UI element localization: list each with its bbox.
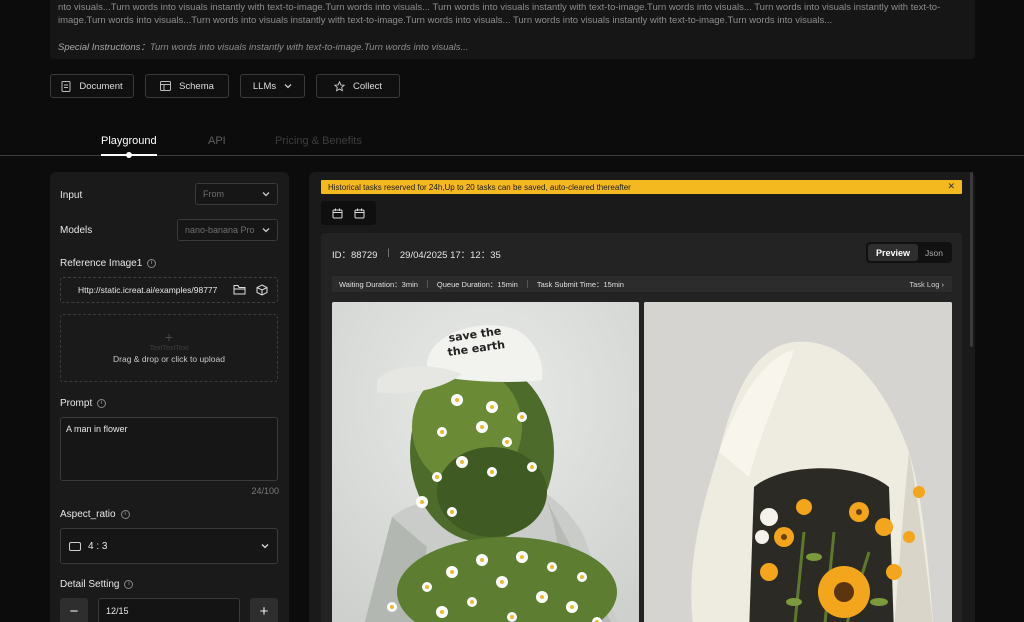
document-button[interactable]: Document: [50, 74, 134, 98]
date-filter: [321, 201, 376, 225]
scrollbar[interactable]: [970, 172, 973, 347]
task-id-line: ID：88729 | 29/04/2025 17：12：35: [332, 247, 501, 261]
task-meta-bar: Waiting Duration：3min Queue Duration：15m…: [332, 276, 952, 292]
llms-label: LLMs: [252, 80, 277, 92]
detail-stepper: − 12/15 +: [60, 598, 278, 622]
calendar-icon[interactable]: [332, 208, 343, 219]
detail-setting-label-text: Detail Setting: [60, 579, 120, 590]
settings-panel: Input From Models nano-banana Pro Refere…: [50, 172, 289, 622]
models-label: Models: [60, 225, 93, 236]
models-select-value: nano-banana Pro: [185, 225, 255, 235]
detail-value-input[interactable]: 12/15: [98, 598, 240, 622]
tab-pricing[interactable]: Pricing & Benefits: [275, 135, 362, 147]
active-tab-dot: [126, 152, 132, 158]
aspect-ratio-label-text: Aspect_ratio: [60, 509, 116, 520]
detail-setting-label: Detail Setting i: [60, 579, 134, 590]
decrement-button[interactable]: −: [60, 598, 88, 622]
reference-image-label-text: Reference Image1: [60, 258, 143, 269]
prompt-input[interactable]: A man in flower: [60, 417, 278, 481]
plus-icon: +: [164, 329, 174, 345]
prompt-label-text: Prompt: [60, 398, 93, 409]
task-id: ID：88729: [332, 250, 378, 261]
task-description: nto visuals...Turn words into visuals in…: [50, 0, 975, 59]
separator: |: [387, 247, 390, 258]
view-toggle: Preview Json: [866, 242, 952, 263]
task-datetime: 29/04/2025 17：12：35: [399, 250, 501, 261]
action-row: Document Schema LLMs Collect: [50, 74, 400, 98]
preview-tab[interactable]: Preview: [868, 244, 918, 261]
aspect-ratio-label: Aspect_ratio i: [60, 509, 130, 520]
dropzone-subtext: TextTextText: [149, 345, 189, 352]
chevron-down-icon: [262, 192, 270, 197]
special-instructions: Special Instructions：Turn words into vis…: [58, 39, 967, 53]
json-tab[interactable]: Json: [918, 248, 950, 258]
models-select[interactable]: nano-banana Pro: [177, 219, 278, 241]
task-result-card: ID：88729 | 29/04/2025 17：12：35 Preview J…: [321, 233, 962, 622]
image-upload-dropzone[interactable]: + TextTextText Drag & drop or click to u…: [60, 314, 278, 382]
task-log-link[interactable]: Task Log ›: [909, 280, 944, 289]
increment-button[interactable]: +: [250, 598, 278, 622]
schema-button[interactable]: Schema: [145, 74, 229, 98]
special-instructions-text: Turn words into visuals instantly with t…: [149, 42, 469, 53]
main-tabs: Playground API Pricing & Benefits: [0, 126, 1024, 158]
url-actions: [233, 284, 268, 296]
generated-image-2[interactable]: [644, 302, 952, 622]
aspect-ratio-value: 4 : 3: [88, 540, 108, 552]
schema-icon: [160, 81, 172, 91]
reference-image-label: Reference Image1 i: [60, 258, 157, 269]
tab-playground[interactable]: Playground: [101, 135, 157, 147]
document-label: Document: [79, 80, 123, 92]
chevron-down-icon: [261, 544, 269, 549]
prompt-label: Prompt i: [60, 398, 107, 409]
description-text: nto visuals...Turn words into visuals in…: [58, 2, 941, 26]
llms-dropdown[interactable]: LLMs: [240, 74, 305, 98]
chevron-down-icon: [262, 228, 270, 233]
special-instructions-label: Special Instructions：: [58, 42, 150, 53]
hooded-sunflower-image: [644, 302, 952, 622]
aspect-ratio-select[interactable]: 4 : 3: [60, 528, 278, 564]
schema-label: Schema: [179, 80, 214, 92]
info-icon: i: [97, 399, 107, 408]
generated-image-1[interactable]: save the the earth: [332, 302, 639, 622]
dropzone-text: Drag & drop or click to upload: [113, 354, 225, 364]
input-select[interactable]: From: [195, 183, 278, 205]
star-icon: [333, 80, 345, 92]
info-icon: i: [120, 510, 130, 519]
task-submit-time: Task Submit Time：15min: [536, 279, 624, 289]
flower-man-cap-image: save the the earth: [332, 302, 639, 622]
info-icon: i: [124, 580, 134, 589]
collect-label: Collect: [352, 80, 383, 92]
results-panel: Historical tasks reserved for 24h,Up to …: [309, 172, 975, 622]
input-label: Input: [60, 190, 83, 201]
document-icon: [61, 80, 71, 92]
info-icon: i: [147, 259, 157, 268]
queue-duration: Queue Duration：15min: [436, 279, 518, 289]
input-select-value: From: [203, 189, 224, 199]
divider: [426, 280, 428, 288]
reference-url-field[interactable]: Http://static.icreat.ai/examples/98777: [60, 277, 278, 303]
notice-text: Historical tasks reserved for 24h,Up to …: [328, 182, 631, 192]
collect-button[interactable]: Collect: [316, 74, 400, 98]
cube-icon[interactable]: [256, 284, 268, 296]
divider: [526, 280, 528, 288]
close-icon[interactable]: ✕: [947, 181, 955, 192]
ratio-icon: [69, 541, 81, 551]
waiting-duration: Waiting Duration：3min: [339, 279, 418, 289]
calendar-icon[interactable]: [354, 208, 365, 219]
tab-api[interactable]: API: [208, 135, 226, 147]
prompt-char-counter: 24/100: [251, 486, 279, 496]
folder-icon[interactable]: [233, 284, 246, 295]
chevron-down-icon: [284, 84, 292, 89]
retention-notice: Historical tasks reserved for 24h,Up to …: [321, 180, 962, 194]
reference-url-value: Http://static.icreat.ai/examples/98777: [78, 285, 218, 295]
